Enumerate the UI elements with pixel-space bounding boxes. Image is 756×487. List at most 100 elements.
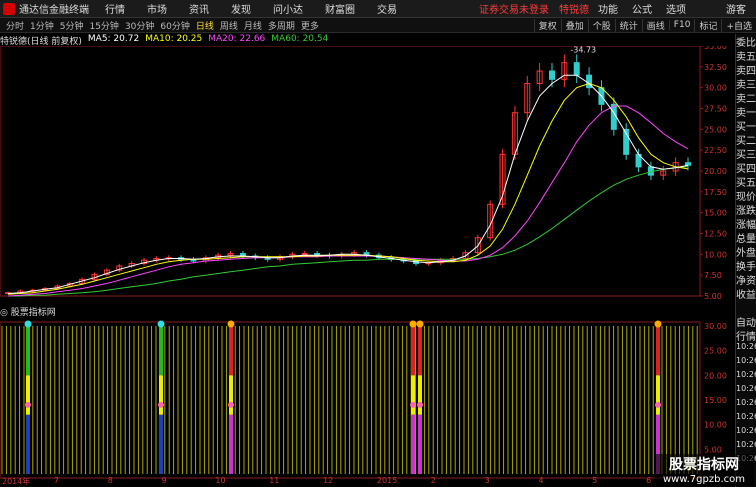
period-monthly[interactable]: 月线 [244, 19, 262, 32]
signal-mid [159, 375, 163, 415]
x-tick-label: 9 [161, 476, 167, 485]
menu-ask[interactable]: 问小达 [273, 1, 303, 16]
side-item: 10:26 [736, 440, 756, 449]
menu-trade[interactable]: 交易 [377, 1, 397, 16]
side-item: 买五 [736, 178, 756, 188]
side-item: 自动 [736, 318, 756, 328]
tool-stock[interactable]: 个股 [587, 18, 615, 32]
period-multi[interactable]: 多周期 [268, 19, 295, 32]
x-tick-label: 7 [53, 476, 59, 485]
indicator-tick-label: 30.00 [704, 322, 727, 331]
period-more[interactable]: 更多 [301, 19, 319, 32]
side-item: 10:26 [736, 356, 756, 365]
signal-marker-icon [416, 320, 424, 328]
ma60-value: MA60: 20.54 [271, 34, 329, 44]
signal-marker-icon [157, 320, 165, 328]
stock-name-label: 特锐德 [559, 5, 589, 16]
period-weekly[interactable]: 周线 [220, 19, 238, 32]
menu-news[interactable]: 资讯 [189, 1, 209, 16]
guest-user[interactable]: 游客 [726, 1, 746, 16]
tool-add-watch[interactable]: +自选 [721, 18, 756, 32]
signal-mid [656, 375, 660, 415]
signal-bottom [159, 414, 163, 474]
signal-top [26, 326, 30, 376]
ma5-value: MA5: 20.72 [87, 34, 140, 44]
price-tick-label: 25.00 [704, 125, 727, 134]
side-item: 委比 [736, 38, 756, 48]
side-item: 涨幅 [736, 220, 756, 230]
side-item: 外盘 [736, 248, 756, 258]
signal-butterfly-icon [158, 401, 164, 408]
tool-f10[interactable]: F10 [668, 20, 695, 30]
side-item: 现价 [736, 192, 756, 202]
x-tick-label: 3 [484, 476, 490, 485]
watermark-title: 股票指标网 [669, 457, 739, 473]
signal-mid [26, 375, 30, 415]
price-tick-label: 5.00 [704, 292, 722, 301]
x-tick-label: 12 [323, 476, 334, 485]
side-item: 卖五 [736, 52, 756, 62]
side-item: 卖三 [736, 80, 756, 90]
menu-wealth[interactable]: 财富圈 [325, 1, 355, 16]
signal-top [418, 326, 422, 376]
period-60min[interactable]: 60分钟 [160, 19, 189, 32]
side-item: 净资 [736, 276, 756, 286]
menu-function[interactable]: 功能 [598, 1, 618, 16]
period-toolbar: 分时 1分钟 5分钟 15分钟 30分钟 60分钟 日线 周线 月线 多周期 更… [0, 18, 756, 33]
x-tick-label: 5 [592, 476, 598, 485]
period-intraday[interactable]: 分时 [6, 19, 24, 32]
signal-bottom [418, 414, 422, 474]
menu-formula[interactable]: 公式 [632, 1, 652, 16]
ma10-line [7, 82, 689, 295]
kline-chart[interactable]: 35.0032.5030.0027.5025.0022.5020.0017.50… [0, 46, 736, 487]
price-tick-label: 12.50 [704, 230, 727, 239]
top-menu-bar: 通达信金融终端 行情 市场 资讯 发现 问小达 财富圈 交易 证券交易未登录 特… [0, 0, 756, 18]
price-tick-label: 17.50 [704, 188, 727, 197]
period-30min[interactable]: 30分钟 [125, 19, 154, 32]
side-item: 买二 [736, 136, 756, 146]
side-item: 收益 [736, 290, 756, 300]
period-5min[interactable]: 5分钟 [60, 19, 84, 32]
price-tick-label: 10.00 [704, 250, 727, 259]
candle-body [610, 103, 617, 130]
ma10-value: MA10: 20.25 [145, 34, 203, 44]
chart-title: 特锐德(日线 前复权) [0, 37, 82, 47]
ma20-value: MA20: 22.66 [208, 34, 266, 44]
side-item: 卖二 [736, 94, 756, 104]
signal-mid [418, 375, 422, 415]
tool-adjust[interactable]: 复权 [533, 18, 561, 32]
period-1min[interactable]: 1分钟 [30, 19, 54, 32]
signal-bottom [229, 414, 233, 474]
side-item: 10:26 [736, 426, 756, 435]
side-item [736, 300, 756, 314]
price-tick-label: 30.00 [704, 84, 727, 93]
tool-overlay[interactable]: 叠加 [560, 18, 588, 32]
side-item: 卖四 [736, 66, 756, 76]
x-tick-label: 6 [646, 476, 652, 485]
menu-options[interactable]: 选项 [666, 1, 686, 16]
tool-mark[interactable]: 标记 [694, 18, 721, 32]
side-item: 总量 [736, 234, 756, 244]
signal-butterfly-icon [228, 401, 234, 408]
signal-bottom [411, 414, 415, 474]
quote-side-panel: 委比 卖五 卖四 卖三 卖二 卖一 买一 买二 买三 买四 买五 现价 涨跌 涨幅 总量 外盘 换手 净资 收益 自动… [735, 34, 756, 487]
side-item: 10:26 [736, 370, 756, 379]
login-warning[interactable]: 证券交易未登录 [479, 1, 549, 16]
tool-stats[interactable]: 统计 [614, 18, 642, 32]
indicator-tick-label: 5.00 [704, 445, 722, 454]
x-tick-label: 4 [538, 476, 544, 485]
menu-market[interactable]: 市场 [147, 1, 167, 16]
watermark: 股票指标网 www.7gpzb.com [654, 454, 754, 486]
period-15min[interactable]: 15分钟 [89, 19, 118, 32]
candle-body [549, 70, 555, 80]
menu-quotes[interactable]: 行情 [105, 1, 125, 16]
signal-mid [411, 375, 415, 415]
tool-draw[interactable]: 画线 [641, 18, 669, 32]
indicator-tick-label: 15.00 [704, 396, 727, 405]
side-item: 10:26 [736, 384, 756, 393]
signal-marker-icon [654, 320, 662, 328]
signal-marker-icon [24, 320, 32, 328]
period-daily[interactable]: 日线 [196, 19, 214, 32]
app-logo-icon [3, 2, 15, 15]
menu-discover[interactable]: 发现 [231, 1, 251, 16]
